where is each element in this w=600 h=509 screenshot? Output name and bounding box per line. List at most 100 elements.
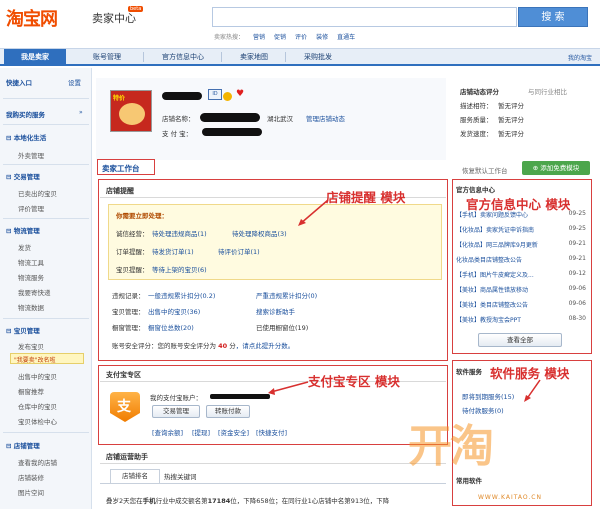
sidebar-item[interactable]: 仓库中的宝贝: [18, 401, 57, 411]
tab-account[interactable]: 账号管理: [72, 49, 142, 65]
taobao-logo[interactable]: 淘宝网: [6, 5, 58, 31]
todo-label: 订单提醒：: [116, 248, 149, 256]
sidebar-section-label: 宝贝管理: [13, 327, 40, 335]
search-input[interactable]: [212, 7, 517, 27]
shop-name-label: 店铺名称：: [162, 115, 195, 123]
stat-link[interactable]: 橱窗位总数(20): [148, 322, 194, 332]
medal-icon: [223, 92, 232, 101]
trade-manage-button[interactable]: 交易管理: [152, 405, 200, 418]
alipay-link[interactable]: [提现]: [192, 427, 210, 437]
hot-link[interactable]: 促销: [274, 32, 286, 41]
sidebar-item[interactable]: 物流服务: [18, 272, 44, 282]
hot-link[interactable]: 评价: [295, 32, 307, 41]
sidebar-section-local[interactable]: ⊟ 本地化生活: [6, 132, 46, 142]
rank-number: 17184: [207, 497, 231, 505]
official-item[interactable]: 【化妆品】卖家凭证申诉指南 09-25: [456, 225, 586, 234]
manage-shop-link[interactable]: 管理店铺动态: [306, 113, 345, 123]
official-item[interactable]: 化妆品类目店铺整改公告 09-21: [456, 255, 586, 264]
sidebar-section-trade[interactable]: ⊟ 交易管理: [6, 171, 40, 181]
sidebar-item[interactable]: 图片空间: [18, 487, 44, 497]
view-all-button[interactable]: 查看全部: [478, 333, 562, 347]
alipay-link[interactable]: [快捷支付]: [256, 427, 287, 437]
watermark-logo: 开淘: [408, 421, 494, 472]
alipay-title: 支付宝专区: [106, 371, 141, 379]
stat-label: 橱窗管理：: [112, 324, 145, 332]
sidebar-item[interactable]: 橱窗推荐: [18, 386, 44, 396]
nav-divider: [285, 52, 286, 62]
shop-score-title: 店铺动态评分: [460, 88, 499, 96]
official-item-text: 【美妆】类目店铺整改公告: [456, 302, 529, 309]
todo-link[interactable]: 待评价订单(1): [218, 246, 260, 256]
tab-wholesale[interactable]: 采购批发: [288, 49, 348, 65]
transfer-button[interactable]: 转账付款: [206, 405, 250, 418]
official-item-text: 【化妆品】网三品牌库9月更新: [456, 242, 538, 249]
hot-link[interactable]: 装修: [316, 32, 328, 41]
sidebar-section-logistics[interactable]: ⊟ 物流管理: [6, 225, 40, 235]
tab-seller[interactable]: 我是卖家: [4, 49, 66, 65]
stat-link[interactable]: 搜索诊断助手: [256, 306, 295, 316]
official-item-text: 化妆品类目店铺整改公告: [456, 257, 523, 264]
sidebar-section-items[interactable]: ⊟ 宝贝管理: [6, 325, 40, 335]
hot-link[interactable]: 直通车: [337, 32, 355, 41]
stat-link[interactable]: 一般违规累计扣分(0.2): [148, 290, 215, 300]
tab-hot-keywords[interactable]: 热搜关键词: [164, 471, 197, 481]
sidebar-rename-notice[interactable]: "我要卖"改名啦: [14, 355, 56, 364]
official-item-date: 09-06: [568, 285, 586, 292]
todo-link[interactable]: 待处理降权商品(3): [232, 228, 287, 238]
hot-link[interactable]: 营销: [253, 32, 265, 41]
official-item[interactable]: 【化妆品】网三品牌库9月更新 09-21: [456, 240, 586, 249]
sidebar-settings-link[interactable]: 设置: [68, 77, 81, 87]
tab-official-info[interactable]: 官方信息中心: [146, 49, 220, 65]
official-item[interactable]: 【手机】图片牛皮癣定义及... 09-12: [456, 270, 586, 279]
sidebar-item[interactable]: 出售中的宝贝: [18, 371, 57, 381]
sidebar-item-takeout[interactable]: 外卖管理: [18, 150, 44, 160]
restore-workbench-link[interactable]: 恢复默认工作台: [462, 165, 508, 175]
beta-badge: beta: [128, 6, 144, 12]
add-module-label: 添加免费模块: [540, 164, 580, 172]
official-item[interactable]: 【美妆】商品属性错放移动 09-06: [456, 285, 586, 294]
shop-score-compare: 与同行业相比: [528, 88, 567, 96]
sidebar-item[interactable]: 宝贝体检中心: [18, 416, 57, 426]
tab-shop-rank[interactable]: 店铺排名: [110, 469, 160, 483]
stat-link[interactable]: 严重违规累计扣分(0): [256, 290, 317, 300]
hot-search-label: 卖家热搜：: [214, 34, 245, 41]
official-item[interactable]: 【手机】卖家问题反馈中心 09-25: [456, 210, 586, 219]
rank-text: 叠岁2天您在: [106, 497, 143, 505]
id-card-icon[interactable]: ID: [208, 89, 222, 100]
tab-seller-map[interactable]: 卖家地图: [224, 49, 284, 65]
official-item[interactable]: 【美妆】类目店铺整改公告 09-06: [456, 300, 586, 309]
alipay-link[interactable]: [资金安全]: [218, 427, 249, 437]
sidebar: 快捷入口 设置 我购买的服务 » ⊟ 本地化生活 外卖管理 ⊟ 交易管理 已卖出…: [0, 68, 92, 509]
search-button[interactable]: 搜 索: [518, 7, 588, 27]
add-module-button[interactable]: ⊕ 添加免费模块: [522, 161, 590, 175]
sidebar-item[interactable]: 评价管理: [18, 203, 44, 213]
my-taobao-link[interactable]: 我的淘宝: [568, 53, 592, 62]
alipay-link[interactable]: [查询余额]: [152, 427, 183, 437]
sidebar-item[interactable]: 物流数据: [18, 302, 44, 312]
expiring-service-link[interactable]: 即将到期服务(15): [462, 391, 514, 401]
security-improve-link[interactable]: ，请点此提升分数。: [236, 342, 295, 350]
sidebar-quick-entry[interactable]: 快捷入口: [6, 77, 32, 87]
sidebar-item[interactable]: 发布宝贝: [18, 341, 44, 351]
sidebar-section-label: 本地化生活: [13, 134, 47, 142]
sidebar-section-shop[interactable]: ⊟ 店铺管理: [6, 440, 40, 450]
official-item[interactable]: 【美妆】教授淘宝会PPT 08-30: [456, 315, 586, 324]
alipay-account-label: 我的支付宝账户：: [150, 394, 202, 402]
todo-link[interactable]: 待发货订单(1): [152, 246, 194, 256]
official-item-date: 09-06: [568, 300, 586, 307]
todo-link[interactable]: 等待上架的宝贝(6): [152, 264, 207, 274]
todo-link[interactable]: 待处理违规商品(1): [152, 228, 207, 238]
sidebar-item[interactable]: 查看我的店铺: [18, 457, 57, 467]
sidebar-item[interactable]: 发货: [18, 242, 31, 252]
official-item-date: 09-25: [568, 225, 586, 232]
sidebar-item[interactable]: 店铺装修: [18, 472, 44, 482]
official-item-text: 【美妆】教授淘宝会PPT: [456, 317, 521, 324]
redacted-alipay: [202, 128, 262, 136]
sidebar-bought-service[interactable]: 我购买的服务: [6, 109, 45, 119]
sidebar-item[interactable]: 已卖出的宝贝: [18, 188, 57, 198]
sidebar-item[interactable]: 物流工具: [18, 257, 44, 267]
shop-avatar[interactable]: 特价: [110, 90, 152, 132]
sidebar-item[interactable]: 我要寄快递: [18, 287, 51, 297]
stat-link[interactable]: 出售中的宝贝(36): [148, 306, 200, 316]
chevron-right-icon[interactable]: »: [79, 109, 83, 116]
